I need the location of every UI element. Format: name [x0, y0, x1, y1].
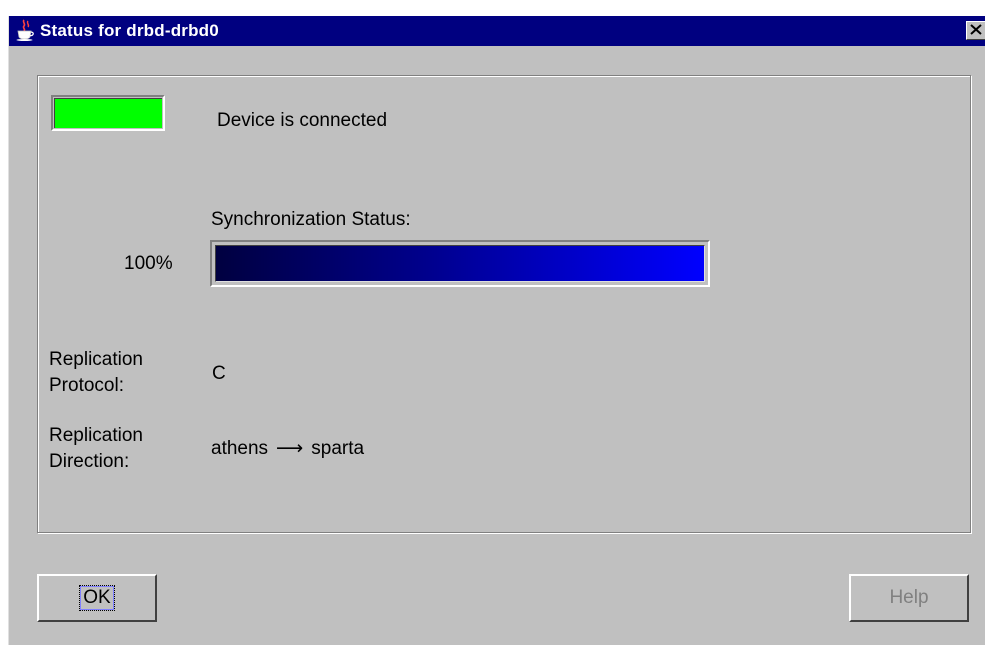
help-button-label: Help — [889, 587, 929, 608]
direction-label-line1: Replication — [49, 425, 143, 446]
window-title: Status for drbd-drbd0 — [40, 21, 219, 40]
protocol-label-line1: Replication — [49, 349, 143, 370]
java-cup-icon — [15, 19, 35, 41]
direction-target: sparta — [311, 438, 365, 459]
connection-status-indicator — [51, 95, 165, 131]
protocol-value: C — [212, 363, 226, 384]
status-dialog: Status for drbd-drbd0 Device is connecte… — [8, 16, 985, 645]
sync-progress-bar — [210, 240, 710, 287]
ok-button[interactable]: OK — [37, 574, 157, 622]
direction-value: athens ⟶ sparta — [211, 437, 364, 461]
protocol-label-line2: Protocol: — [49, 375, 124, 396]
close-button[interactable] — [966, 21, 985, 40]
title-bar[interactable]: Status for drbd-drbd0 — [9, 16, 985, 46]
direction-label-line2: Direction: — [49, 451, 130, 472]
ok-button-label: OK — [79, 585, 115, 611]
connection-status-text: Device is connected — [217, 110, 388, 131]
close-icon — [970, 22, 982, 40]
status-indicator-fill — [54, 98, 162, 128]
sync-progress-fill — [216, 246, 704, 281]
sync-status-label: Synchronization Status: — [211, 209, 411, 230]
status-panel: Device is connected Synchronization Stat… — [37, 75, 971, 533]
sync-percent-label: 100% — [124, 253, 173, 274]
help-button[interactable]: Help — [849, 574, 969, 622]
direction-source: athens — [211, 438, 269, 459]
right-arrow-icon: ⟶ — [276, 438, 304, 459]
sync-progress-track — [215, 245, 705, 282]
